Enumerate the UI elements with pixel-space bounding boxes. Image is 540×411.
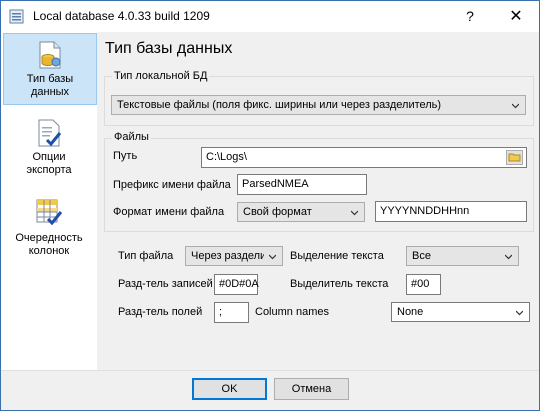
sidebar-item-export-options[interactable]: Опции экспорта xyxy=(3,112,95,182)
content-panel: Тип базы данных Тип локальной БД Текстов… xyxy=(97,32,539,370)
record-separator-value: #0D#0A xyxy=(219,278,259,290)
chevron-down-icon xyxy=(269,254,276,260)
text-delimiter-label: Выделитель текста xyxy=(290,278,389,290)
path-field[interactable]: C:\Logs\ xyxy=(201,147,527,168)
field-separator-label: Разд-тель полей xyxy=(118,306,203,318)
text-delimiter-field[interactable]: #00 xyxy=(406,274,441,295)
db-type-group-label: Тип локальной БД xyxy=(112,70,210,82)
filename-format-value: YYYYNNDDHHnn xyxy=(380,205,470,217)
field-separator-value: ; xyxy=(219,306,223,318)
help-button[interactable]: ? xyxy=(447,1,493,32)
dialog-window: Local database 4.0.33 build 1209 ? ✕ Тип… xyxy=(0,0,540,411)
filename-format-label: Формат имени файла xyxy=(113,206,225,218)
export-options-icon xyxy=(38,119,62,147)
close-button[interactable]: ✕ xyxy=(493,1,539,32)
filename-format-selected: Свой формат xyxy=(243,206,312,218)
prefix-label: Префикс имени файла xyxy=(113,179,231,191)
sidebar-item-label: колонок xyxy=(28,245,70,257)
column-order-icon xyxy=(36,199,63,226)
filename-format-field[interactable]: YYYYNNDDHHnn xyxy=(375,201,527,222)
prefix-field[interactable]: ParsedNMEA xyxy=(237,174,367,195)
chevron-down-icon xyxy=(351,210,358,216)
record-separator-label: Разд-тель записей xyxy=(118,278,213,290)
chevron-down-icon xyxy=(505,254,512,260)
files-group-label: Файлы xyxy=(112,131,151,143)
sidebar-item-label: Очередность xyxy=(15,232,83,244)
sidebar-item-label: Тип базы xyxy=(26,73,74,85)
record-separator-field[interactable]: #0D#0A xyxy=(214,274,259,295)
chevron-down-icon xyxy=(512,103,519,109)
text-delimiter-value: #00 xyxy=(411,278,430,290)
text-selection-select[interactable]: Все xyxy=(406,246,519,266)
window-title: Local database 4.0.33 build 1209 xyxy=(33,9,210,23)
sidebar-item-label: экспорта xyxy=(26,164,72,176)
folder-icon[interactable] xyxy=(506,150,523,165)
sidebar-item-db-type[interactable]: Тип базы данных xyxy=(3,33,97,105)
db-type-select[interactable]: Текстовые файлы (поля фикс. ширины или ч… xyxy=(111,95,526,115)
path-value: C:\Logs\ xyxy=(206,151,247,163)
text-selection-label: Выделение текста xyxy=(290,250,384,262)
app-icon xyxy=(9,9,24,24)
database-icon xyxy=(39,41,61,69)
footer-divider xyxy=(1,370,539,371)
text-selection-selected: Все xyxy=(412,250,431,262)
file-type-label: Тип файла xyxy=(118,250,174,262)
prefix-value: ParsedNMEA xyxy=(242,178,309,190)
db-type-selected: Текстовые файлы (поля фикс. ширины или ч… xyxy=(117,99,442,111)
column-names-select[interactable]: None xyxy=(391,302,530,322)
title-bar: Local database 4.0.33 build 1209 ? ✕ xyxy=(1,1,539,32)
file-type-selected: Через раздели xyxy=(191,250,264,262)
page-title: Тип базы данных xyxy=(105,40,233,57)
field-separator-field[interactable]: ; xyxy=(214,302,249,323)
filename-format-select[interactable]: Свой формат xyxy=(237,202,365,222)
sidebar: Тип базы данных Опции экспорта Очереднос… xyxy=(1,32,97,370)
sidebar-item-column-order[interactable]: Очередность колонок xyxy=(3,191,95,261)
chevron-down-icon xyxy=(516,310,523,316)
path-label: Путь xyxy=(113,150,138,162)
sidebar-item-label: данных xyxy=(30,86,70,98)
file-type-select[interactable]: Через раздели xyxy=(185,246,283,266)
column-names-selected: None xyxy=(397,306,424,318)
sidebar-item-label: Опции xyxy=(32,151,66,163)
cancel-button[interactable]: Отмена xyxy=(274,378,349,400)
ok-button[interactable]: OK xyxy=(192,378,267,400)
column-names-label: Column names xyxy=(255,306,329,318)
